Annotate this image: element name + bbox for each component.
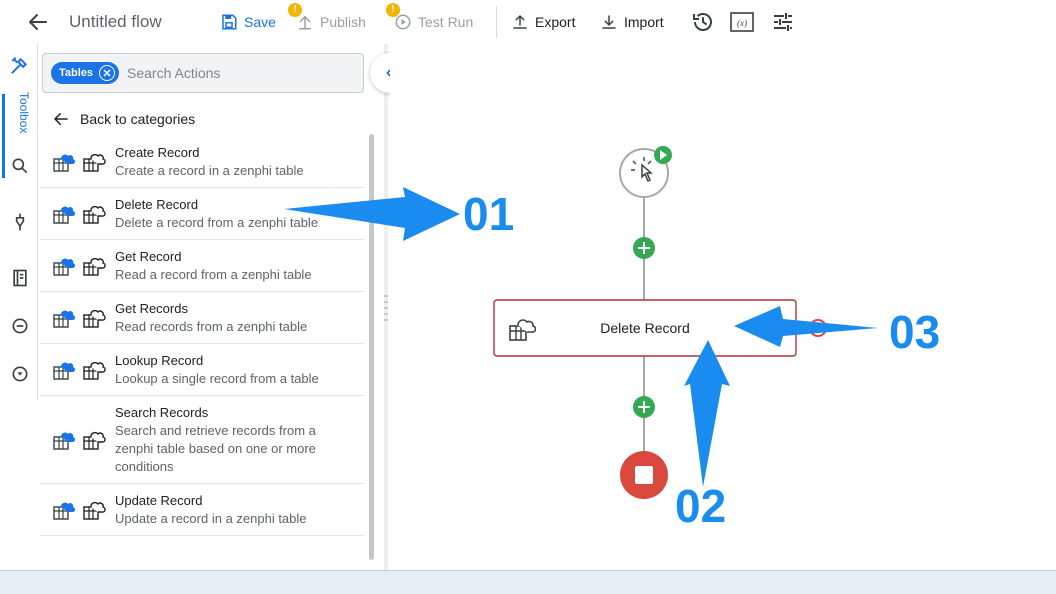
back-to-categories-link[interactable]: Back to categories xyxy=(52,108,195,130)
save-icon xyxy=(222,14,237,30)
export-label: Export xyxy=(535,14,576,30)
action-title: Lookup Record xyxy=(115,353,204,368)
arrow-left-icon xyxy=(53,113,68,125)
action-list-item[interactable]: Get Record Read a record from a zenphi ta… xyxy=(40,240,364,292)
save-label: Save xyxy=(244,14,276,30)
table-cloud-icon xyxy=(52,307,108,329)
toolbar-divider xyxy=(496,6,497,38)
stop-square-icon xyxy=(635,466,653,484)
taskbar-strip xyxy=(0,570,1056,594)
actions-panel: Tables ✕ Back to categories Create Recor… xyxy=(38,44,378,570)
action-title: Update Record xyxy=(115,493,203,508)
variables-icon[interactable]: (x) xyxy=(730,10,754,34)
test-run-button[interactable]: ! Test Run xyxy=(386,3,474,33)
annotation-label-01: 01 xyxy=(463,188,515,240)
table-cloud-icon xyxy=(52,255,108,277)
side-rail: Toolbox xyxy=(0,44,38,400)
download-icon xyxy=(602,15,616,29)
upload-icon xyxy=(513,14,527,29)
table-cloud-icon xyxy=(52,359,108,381)
action-list-item[interactable]: Update Record Update a record in a zenphi… xyxy=(40,484,364,536)
chip-label: Tables xyxy=(59,67,94,79)
action-description: Lookup a single record from a table xyxy=(115,371,319,386)
plug-icon[interactable] xyxy=(10,212,30,232)
top-toolbar: Untitled flow Save ! Publish ! Test Run xyxy=(0,0,1056,44)
action-list-item[interactable]: Lookup Record Lookup a single record from… xyxy=(40,344,364,396)
annotation-label-03: 03 xyxy=(889,306,941,358)
back-arrow-icon[interactable] xyxy=(26,10,50,34)
toolbox-label: Toolbox xyxy=(17,92,31,134)
history-icon[interactable] xyxy=(691,10,715,34)
action-description: Read records from a zenphi table xyxy=(115,319,308,334)
flow-title[interactable]: Untitled flow xyxy=(69,12,162,32)
action-list-item[interactable]: Delete Record Delete a record from a zenp… xyxy=(40,188,364,240)
table-cloud-icon xyxy=(52,151,108,173)
action-description: Read a record from a zenphi table xyxy=(115,267,312,282)
import-label: Import xyxy=(624,14,664,30)
chevron-down-circle-icon[interactable] xyxy=(10,364,30,384)
action-list-item[interactable]: Create Record Create a record in a zenphi… xyxy=(40,136,364,188)
table-cloud-icon xyxy=(52,429,108,451)
search-actions-box[interactable]: Tables ✕ xyxy=(42,53,364,93)
action-title: Create Record xyxy=(115,145,200,160)
action-description: Update a record in a zenphi table xyxy=(115,511,307,526)
trigger-node[interactable] xyxy=(619,146,672,198)
action-text: Search Records Search and retrieve record… xyxy=(115,404,335,476)
app-root: Untitled flow Save ! Publish ! Test Run xyxy=(0,0,1056,594)
rail-active-indicator xyxy=(2,94,5,178)
search-icon[interactable] xyxy=(10,156,30,176)
tools-icon xyxy=(11,56,28,74)
add-step-button[interactable] xyxy=(633,237,655,259)
publish-label: Publish xyxy=(320,14,366,30)
warning-badge: ! xyxy=(386,3,400,17)
annotation-label-02: 02 xyxy=(675,480,727,532)
warning-badge: ! xyxy=(288,3,302,17)
action-text: Create Record Create a record in a zenphi… xyxy=(115,144,335,180)
action-list-item[interactable]: Get Records Read records from a zenphi ta… xyxy=(40,292,364,344)
tables-filter-chip[interactable]: Tables ✕ xyxy=(51,62,120,84)
panel-scrollbar[interactable] xyxy=(369,134,374,560)
table-cloud-icon xyxy=(52,203,108,225)
svg-text:(x): (x) xyxy=(737,18,747,28)
action-text: Get Record Read a record from a zenphi ta… xyxy=(115,248,335,284)
export-button[interactable]: Export xyxy=(511,11,575,33)
action-title: Delete Record xyxy=(115,197,199,212)
action-description: Delete a record from a zenphi table xyxy=(115,215,319,230)
table-cloud-icon xyxy=(52,499,108,521)
action-title: Search Records xyxy=(115,405,209,420)
action-description: Create a record in a zenphi table xyxy=(115,163,304,178)
action-list-item[interactable]: Search Records Search and retrieve record… xyxy=(40,396,364,484)
settings-sliders-icon[interactable] xyxy=(771,10,795,34)
action-description: Search and retrieve records from a zenph… xyxy=(115,423,316,474)
search-actions-input[interactable] xyxy=(127,63,347,83)
action-title: Get Records xyxy=(115,301,188,316)
resize-grip-icon[interactable] xyxy=(384,292,388,324)
document-icon[interactable] xyxy=(10,268,30,288)
test-run-label: Test Run xyxy=(418,14,474,30)
action-list: Create Record Create a record in a zenphi… xyxy=(40,136,364,536)
chip-close-icon[interactable]: ✕ xyxy=(99,65,116,81)
action-title: Get Record xyxy=(115,249,182,264)
import-button[interactable]: Import xyxy=(600,11,664,33)
action-text: Update Record Update a record in a zenphi… xyxy=(115,492,335,528)
minus-circle-icon[interactable] xyxy=(10,316,30,336)
toolbox-tab[interactable]: Toolbox xyxy=(9,56,31,136)
stop-node[interactable] xyxy=(620,451,668,499)
back-to-categories-label: Back to categories xyxy=(80,111,196,127)
node-error-indicator[interactable] xyxy=(809,319,827,337)
action-text: Delete Record Delete a record from a zenp… xyxy=(115,196,335,232)
publish-button[interactable]: ! Publish xyxy=(288,3,366,33)
node-label: Delete Record xyxy=(600,320,690,336)
action-text: Get Records Read records from a zenphi ta… xyxy=(115,300,335,336)
save-button[interactable]: Save xyxy=(220,11,276,33)
add-step-button[interactable] xyxy=(633,396,655,418)
action-text: Lookup Record Lookup a single record from… xyxy=(115,352,335,388)
